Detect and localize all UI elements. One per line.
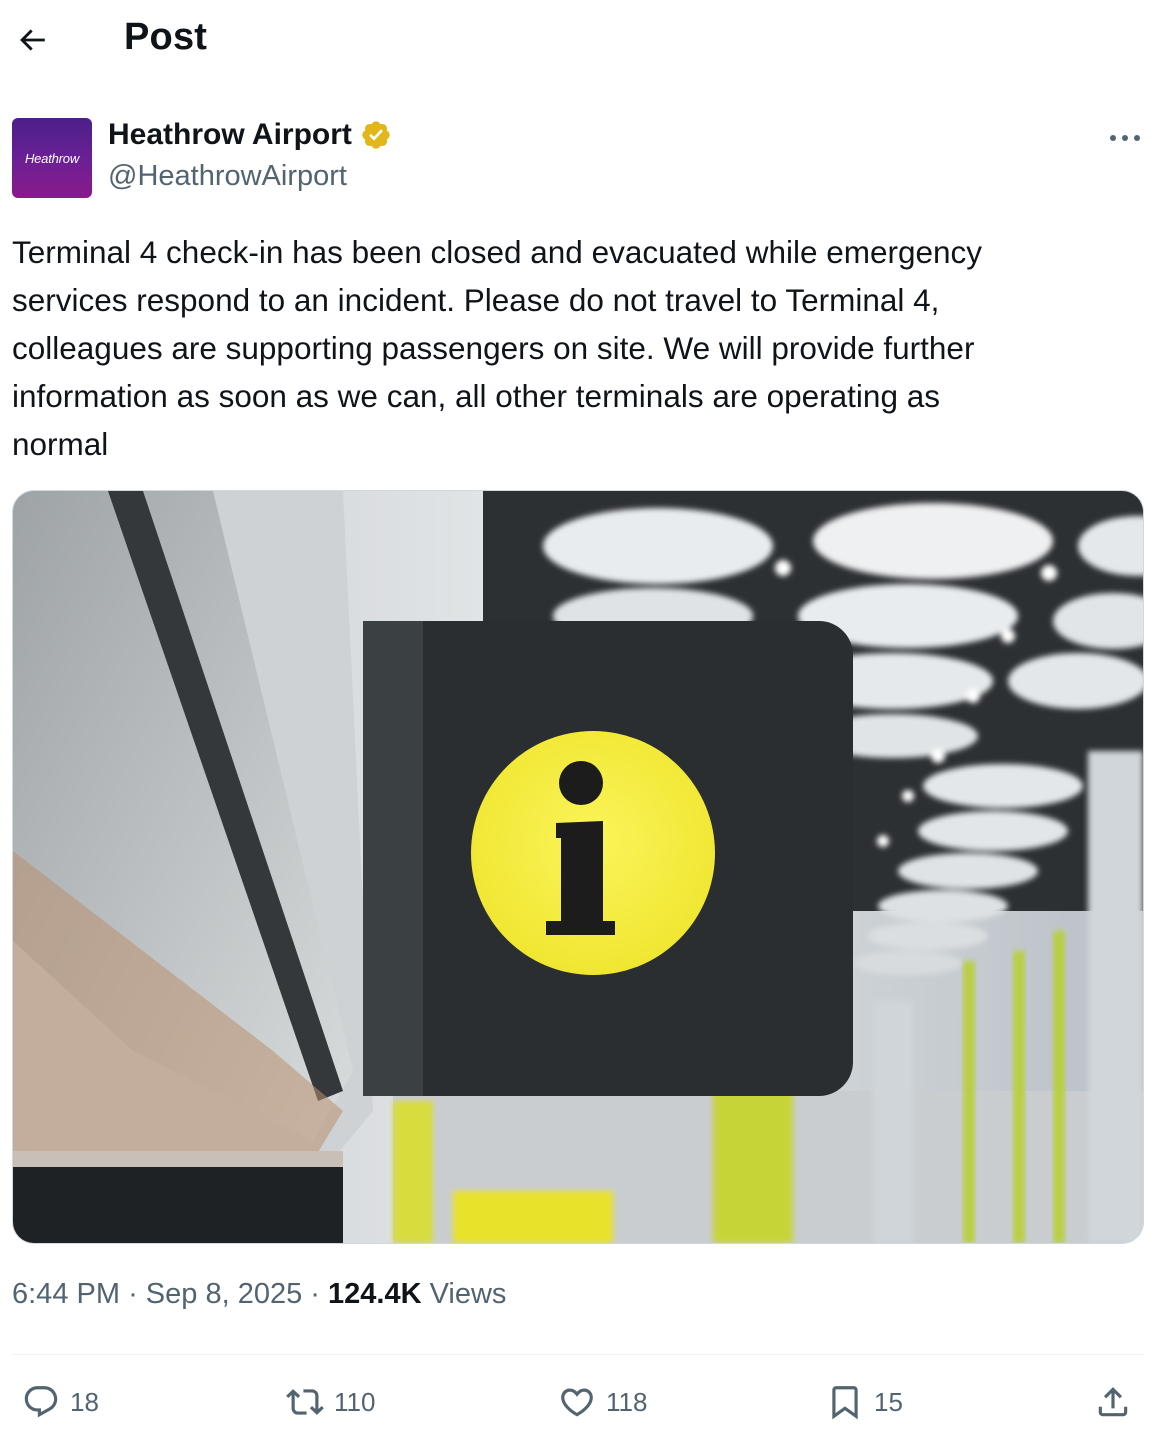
reply-icon (24, 1386, 58, 1418)
bookmark-button[interactable]: 15 (826, 1380, 903, 1424)
more-horizontal-icon (1110, 135, 1140, 141)
back-button[interactable] (10, 18, 54, 62)
like-button[interactable]: 118 (558, 1380, 647, 1424)
repost-button[interactable]: 110 (286, 1380, 375, 1424)
post-time[interactable]: 6:44 PM (12, 1278, 120, 1310)
repost-count: 110 (334, 1386, 376, 1417)
reply-count: 18 (70, 1386, 99, 1417)
post-media-photo[interactable] (12, 490, 1144, 1244)
views-label: Views (429, 1278, 507, 1310)
repost-icon (286, 1389, 324, 1415)
arrow-left-icon (20, 29, 45, 51)
verified-badge-icon (362, 121, 390, 149)
bookmark-count: 15 (874, 1386, 903, 1417)
reply-button[interactable]: 18 (22, 1380, 99, 1424)
like-count: 118 (606, 1386, 648, 1417)
meta-separator: · (128, 1278, 138, 1310)
avatar[interactable]: Heathrow (12, 118, 92, 198)
post-meta: 6:44 PM · Sep 8, 2025 · 124.4K Views (12, 1278, 506, 1311)
share-icon (1098, 1387, 1128, 1417)
top-bar: Post (0, 0, 1176, 84)
heart-icon (561, 1388, 593, 1417)
author-name[interactable]: Heathrow Airport (108, 118, 392, 152)
views-count: 124.4K (328, 1278, 422, 1310)
post-date[interactable]: Sep 8, 2025 (146, 1278, 302, 1310)
divider (12, 1354, 1144, 1355)
information-sign-photo (13, 491, 1143, 1243)
more-options-button[interactable] (1100, 118, 1150, 158)
meta-separator: · (310, 1278, 320, 1310)
share-button[interactable] (1094, 1380, 1132, 1424)
post-text: Terminal 4 check-in has been closed and … (12, 234, 983, 462)
page-title: Post (124, 16, 208, 58)
author-name-text: Heathrow Airport (108, 118, 352, 151)
avatar-logo-text: Heathrow (24, 150, 80, 166)
bookmark-icon (832, 1386, 858, 1420)
author-handle[interactable]: @HeathrowAirport (108, 160, 347, 193)
